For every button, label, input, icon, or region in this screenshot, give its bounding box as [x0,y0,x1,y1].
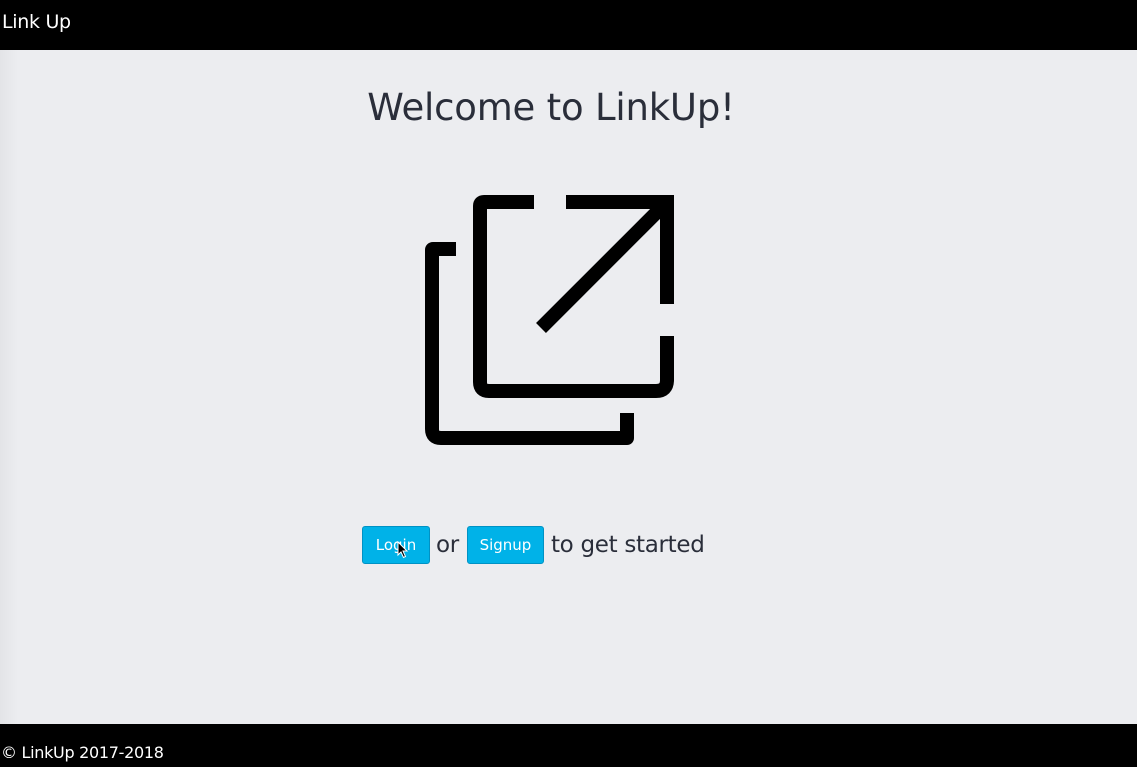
left-shade [0,50,18,724]
get-started-text: to get started [550,532,705,558]
page: Link Up Welcome to LinkUp! Login or Sign… [0,0,1137,767]
signup-button[interactable]: Signup [466,526,544,564]
footer: © LinkUp 2017-2018 [0,724,1137,767]
or-text: or [436,532,459,558]
external-link-icon [425,195,674,445]
page-title: Welcome to LinkUp! [367,86,735,129]
call-to-action: Login or Signup to get started [362,526,705,564]
copyright-text: © LinkUp 2017-2018 [1,743,164,762]
navbar: Link Up [0,0,1137,50]
login-button[interactable]: Login [362,526,430,564]
arrow-shaft-shape [536,197,672,333]
brand-link[interactable]: Link Up [2,11,71,33]
